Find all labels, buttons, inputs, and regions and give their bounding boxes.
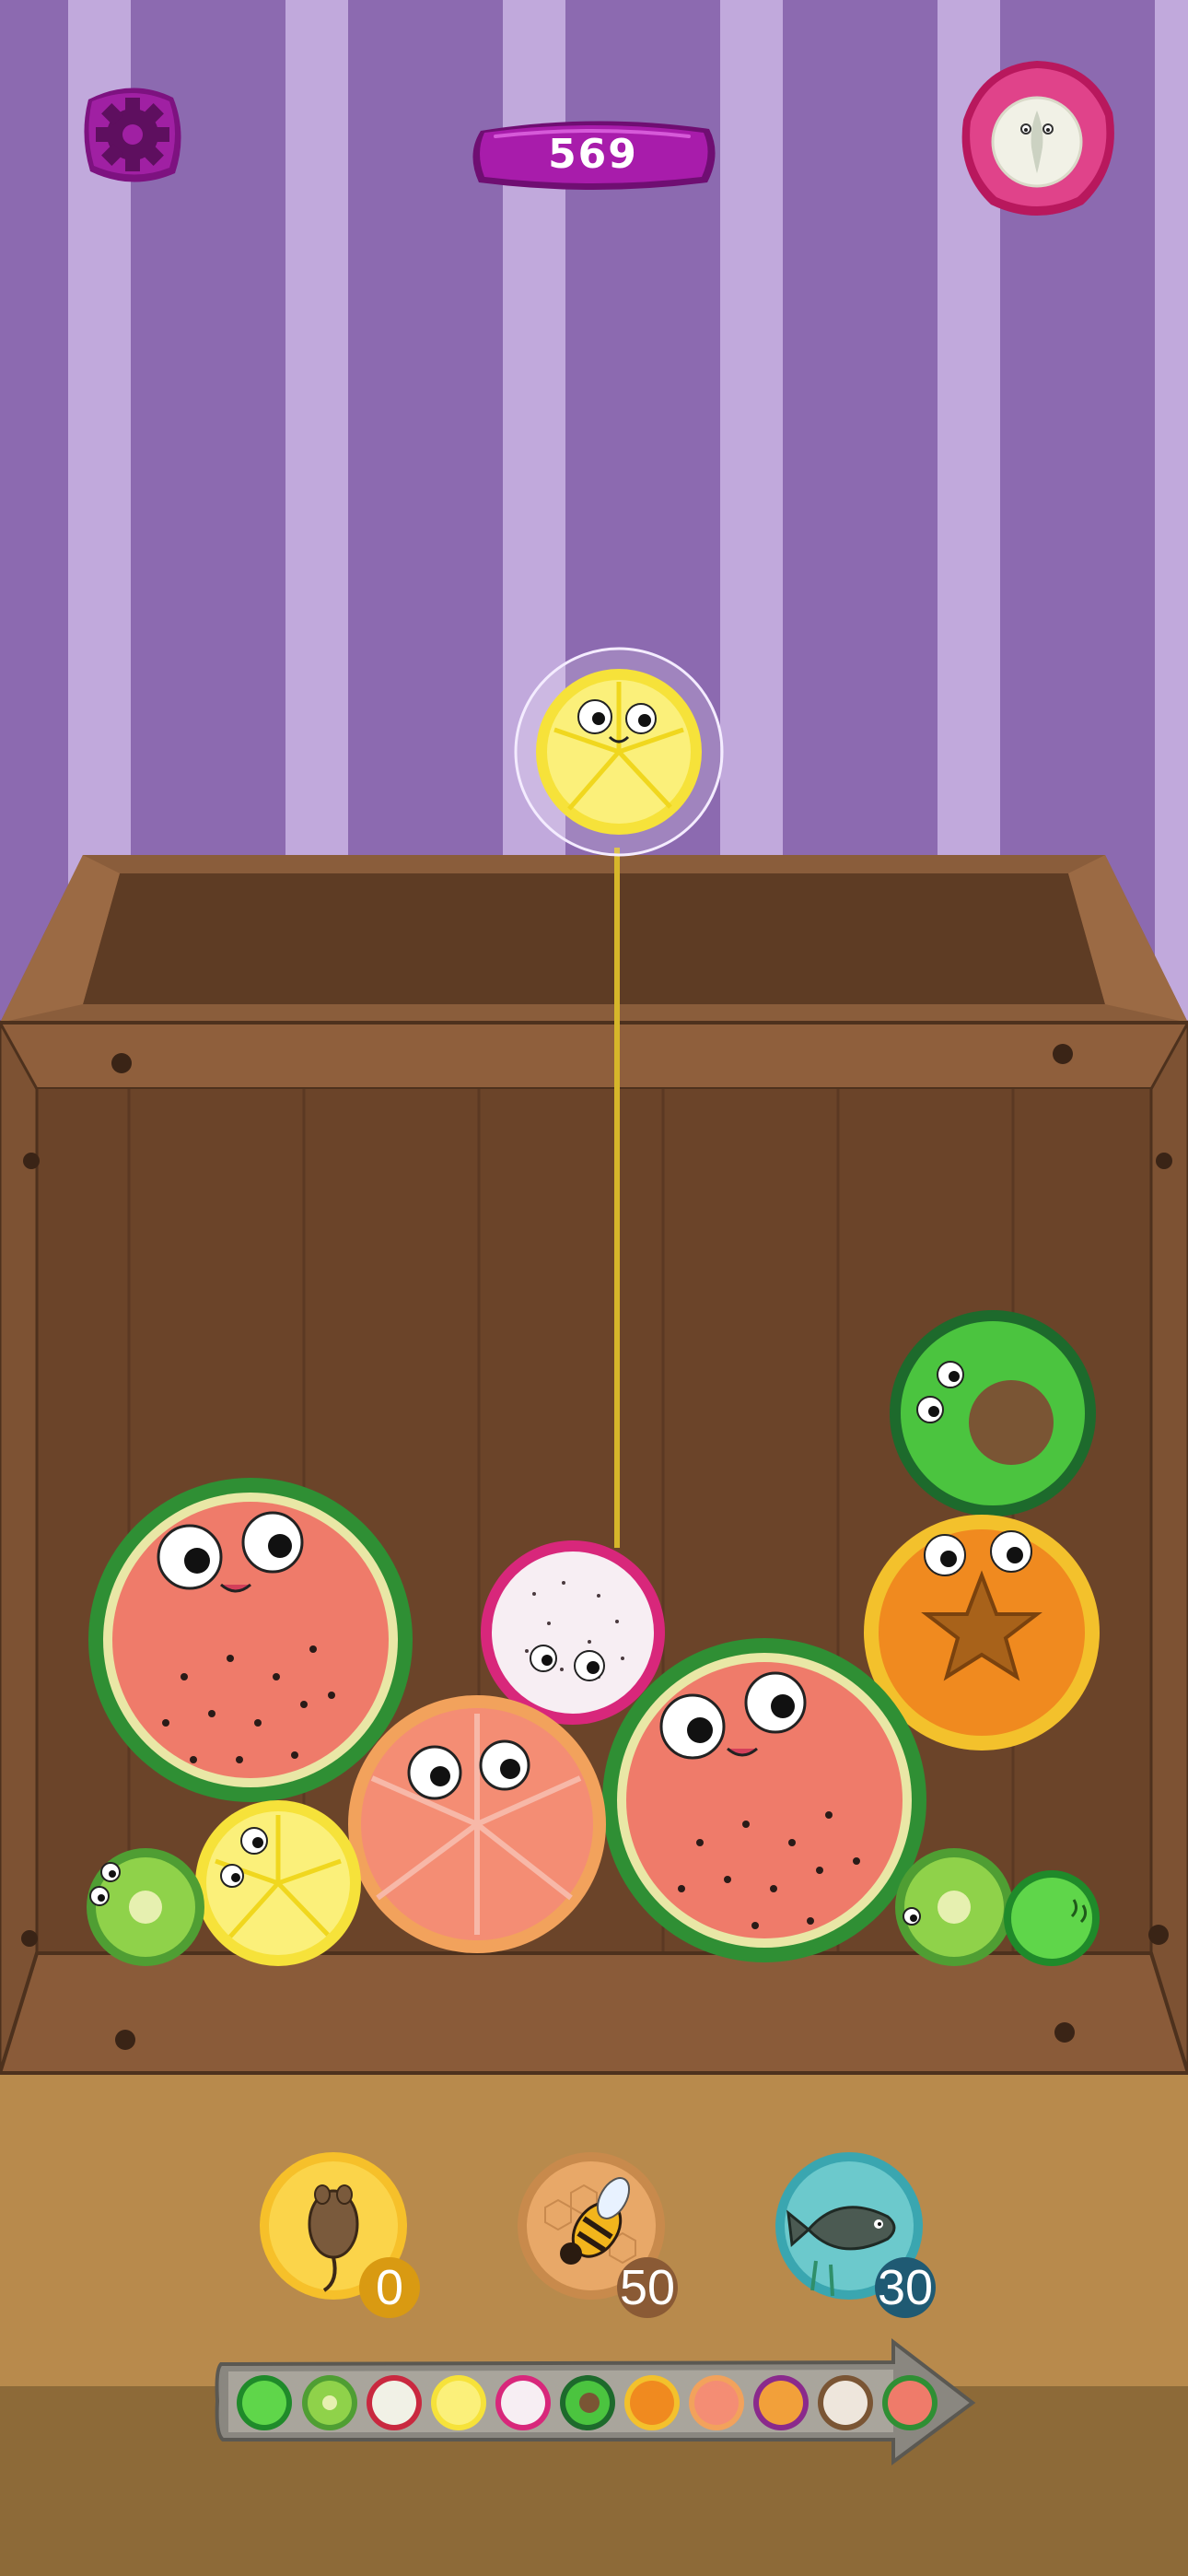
crate-container: [0, 848, 1188, 2082]
chain-kiwi: [302, 2375, 357, 2430]
lemon-fruit: [195, 1800, 361, 1966]
powerup-bee-count: 50: [617, 2257, 678, 2318]
powerup-fish-count: 30: [875, 2257, 936, 2318]
crate-bottom-board: [0, 1951, 1188, 2075]
score-panel: 569: [468, 112, 718, 195]
kiwi-fruit-right: [895, 1848, 1013, 1966]
chain-lime: [237, 2375, 292, 2430]
lime-fruit: [1004, 1870, 1100, 1966]
chain-passionfruit: [753, 2375, 809, 2430]
evolution-chain: [212, 2336, 976, 2467]
kiwi-fruit-left: [87, 1848, 204, 1966]
chain-orange: [624, 2375, 680, 2430]
chain-apple: [367, 2375, 422, 2430]
watermelon-fruit-right: [602, 1638, 926, 1962]
settings-button[interactable]: [70, 72, 195, 197]
powerup-fish-button[interactable]: 30: [775, 2152, 936, 2318]
chain-grapefruit: [689, 2375, 744, 2430]
powerup-mouse-count: 0: [359, 2257, 420, 2318]
crate-front-top-board: [0, 1021, 1188, 1091]
chain-watermelon: [882, 2375, 938, 2430]
crate-scene: [0, 848, 1188, 2075]
score-value: 569: [548, 130, 638, 178]
dropper-fruit[interactable]: [512, 645, 726, 859]
chain-coconut: [818, 2375, 873, 2430]
lemon-icon: [514, 647, 724, 857]
powerup-mouse-button[interactable]: 0: [260, 2152, 420, 2318]
avocado-fruit: [890, 1310, 1096, 1516]
apple-icon: [961, 61, 1114, 216]
gear-icon: [84, 88, 181, 182]
dragonfruit-fruit: [481, 1540, 665, 1725]
crate-left-side: [0, 1019, 39, 2074]
powerup-bee-button[interactable]: 50: [518, 2152, 678, 2318]
chain-lemon: [431, 2375, 486, 2430]
chain-avocado: [560, 2375, 615, 2430]
crate-back-wall: [83, 873, 1105, 1004]
watermelon-fruit-left: [88, 1478, 413, 1802]
evolution-arrow: [215, 2337, 976, 2465]
next-fruit-indicator: [954, 57, 1120, 223]
grapefruit-fruit: [348, 1695, 606, 1953]
chain-dragonfruit: [495, 2375, 551, 2430]
crate-right-side: [1149, 1019, 1188, 2074]
